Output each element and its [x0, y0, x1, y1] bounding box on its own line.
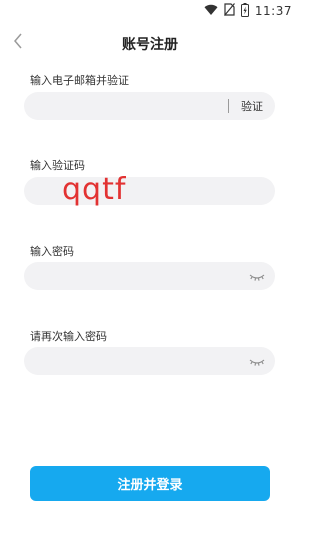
no-sim-icon — [223, 3, 235, 19]
nav-bar: 账号注册 — [0, 26, 300, 60]
battery-icon — [240, 2, 249, 20]
confirm-password-label: 请再次输入密码 — [30, 330, 107, 343]
verify-button[interactable]: 验证 — [241, 98, 263, 114]
code-label: 输入验证码 — [30, 159, 85, 172]
email-field[interactable] — [34, 92, 224, 120]
eye-closed-icon[interactable] — [249, 269, 265, 283]
email-field-container: 验证 — [24, 92, 275, 120]
password-field-container — [24, 262, 275, 290]
password-field[interactable] — [34, 262, 224, 290]
register-login-button[interactable]: 注册并登录 — [30, 466, 270, 501]
captcha-text[interactable]: qqtf — [62, 172, 126, 207]
status-bar: 11:37 — [0, 0, 300, 22]
confirm-password-field[interactable] — [34, 347, 224, 375]
email-label: 输入电子邮箱并验证 — [30, 74, 129, 87]
field-divider — [228, 99, 229, 113]
confirm-password-field-container — [24, 347, 275, 375]
eye-closed-icon[interactable] — [249, 354, 265, 368]
status-time: 11:37 — [254, 4, 292, 18]
password-label: 输入密码 — [30, 245, 74, 258]
wifi-icon — [204, 4, 218, 19]
page-title: 账号注册 — [122, 37, 178, 53]
